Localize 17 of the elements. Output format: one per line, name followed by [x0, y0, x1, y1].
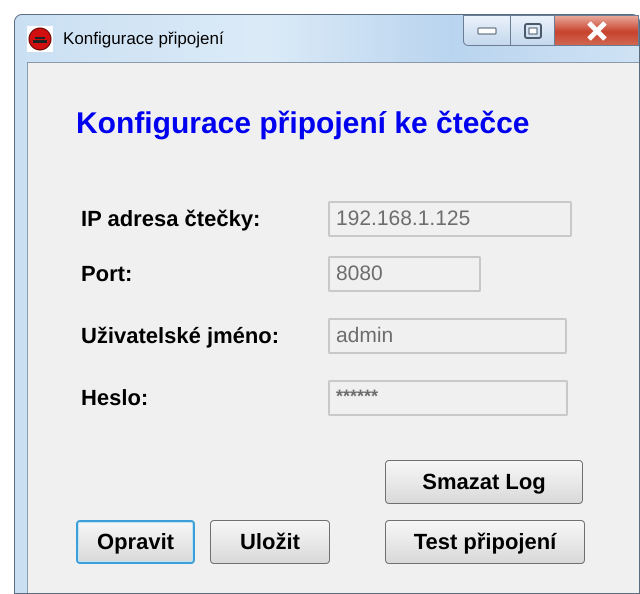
maximize-icon [522, 22, 542, 40]
close-button[interactable] [555, 15, 639, 46]
field-label: Uživatelské jméno: [81, 323, 280, 349]
field-label: IP adresa čtečky: [81, 206, 262, 232]
close-icon [586, 20, 608, 40]
save-button[interactable]: Uložit [210, 520, 330, 564]
maximize-button[interactable] [511, 15, 555, 46]
heading: Konfigurace připojení ke čtečce [76, 107, 530, 141]
minimize-icon [477, 26, 497, 34]
clear-log-button[interactable]: Smazat Log [385, 460, 583, 504]
field-label: Port: [81, 261, 134, 287]
edit-button[interactable]: Opravit [76, 520, 195, 564]
app-icon [27, 26, 53, 52]
field-label: Heslo: [81, 385, 150, 411]
window-title: Konfigurace připojení [63, 28, 224, 48]
test-connection-button[interactable]: Test připojení [385, 520, 585, 564]
minimize-button[interactable] [463, 15, 511, 46]
